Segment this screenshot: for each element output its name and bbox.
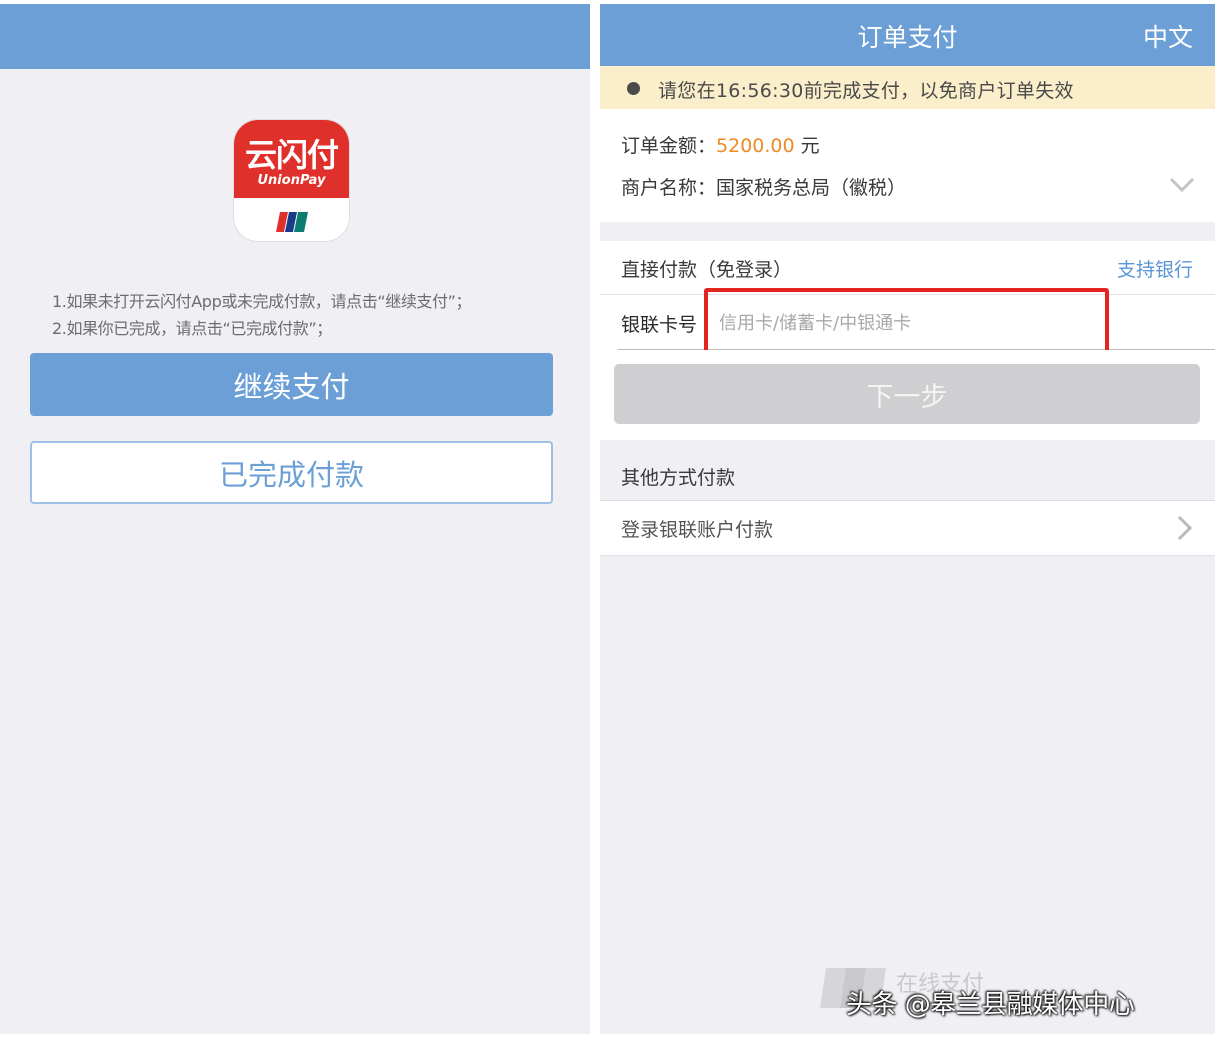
- top-bar: [0, 4, 590, 69]
- chevron-right-icon: [1177, 515, 1193, 541]
- order-amount-unit: 元: [800, 135, 820, 157]
- unionpay-stripes-icon: [276, 212, 308, 232]
- cloud-pay-return-screen: 云闪付 UnionPay 1.如果未打开云闪付App或未完成付款，请点击“继续支…: [0, 4, 590, 1034]
- direct-payment-section: 直接付款（免登录） 支持银行: [600, 241, 1215, 295]
- order-payment-screen: 订单支付 中文 请您在16:56:30前完成支付，以免商户订单失效 订单金额：5…: [600, 4, 1215, 1034]
- direct-payment-label: 直接付款（免登录）: [621, 259, 793, 281]
- continue-payment-button[interactable]: 继续支付: [30, 353, 553, 416]
- instruction-line-2: 2.如果你已完成，请点击“已完成付款”；: [52, 319, 332, 338]
- order-summary: 订单金额：5200.00 元 商户名称：国家税务总局（徽税）: [600, 109, 1215, 222]
- card-number-label: 银联卡号: [621, 314, 698, 336]
- notice-text: 请您在16:56:30前完成支付，以免商户订单失效: [658, 80, 1074, 102]
- merchant-value: 国家税务总局（徽税）: [716, 177, 907, 199]
- card-input-highlight-box: [704, 288, 1109, 354]
- unionpay-app-icon: 云闪付 UnionPay: [234, 120, 349, 241]
- language-switch[interactable]: 中文: [1143, 18, 1193, 54]
- next-step-area: 下一步: [600, 350, 1215, 440]
- login-account-payment-row[interactable]: 登录银联账户付款: [600, 501, 1215, 556]
- supported-banks-link[interactable]: 支持银行: [1117, 255, 1193, 282]
- watermark: 在线支付 头条 @皋兰县融媒体中心: [818, 964, 1208, 1020]
- instructions: 1.如果未打开云闪付App或未完成付款，请点击“继续支付”； 2.如果你已完成，…: [52, 288, 472, 342]
- next-step-button[interactable]: 下一步: [614, 364, 1200, 424]
- other-methods-header: 其他方式付款: [600, 453, 1215, 501]
- app-icon-name-en: UnionPay: [257, 173, 326, 188]
- login-account-payment-label: 登录银联账户付款: [621, 519, 774, 541]
- instruction-line-1: 1.如果未打开云闪付App或未完成付款，请点击“继续支付”；: [52, 292, 472, 311]
- other-methods-title: 其他方式付款: [621, 467, 736, 489]
- order-amount-label: 订单金额：: [621, 135, 717, 157]
- payment-deadline-notice: 请您在16:56:30前完成支付，以免商户订单失效: [600, 66, 1215, 109]
- order-amount-row: 订单金额：5200.00 元: [621, 131, 820, 158]
- merchant-row: 商户名称：国家税务总局（徽税）: [621, 173, 906, 200]
- merchant-label: 商户名称：: [621, 177, 717, 199]
- watermark-credit: 头条 @皋兰县融媒体中心: [846, 990, 1135, 1020]
- payment-completed-button[interactable]: 已完成付款: [30, 441, 553, 504]
- order-amount-value: 5200.00: [716, 135, 795, 157]
- page-title: 订单支付: [857, 23, 958, 52]
- header: 订单支付 中文: [600, 4, 1215, 66]
- chevron-down-icon[interactable]: [1169, 177, 1195, 193]
- app-icon-name-cn: 云闪付: [244, 136, 339, 174]
- notice-dot-icon: [627, 82, 640, 95]
